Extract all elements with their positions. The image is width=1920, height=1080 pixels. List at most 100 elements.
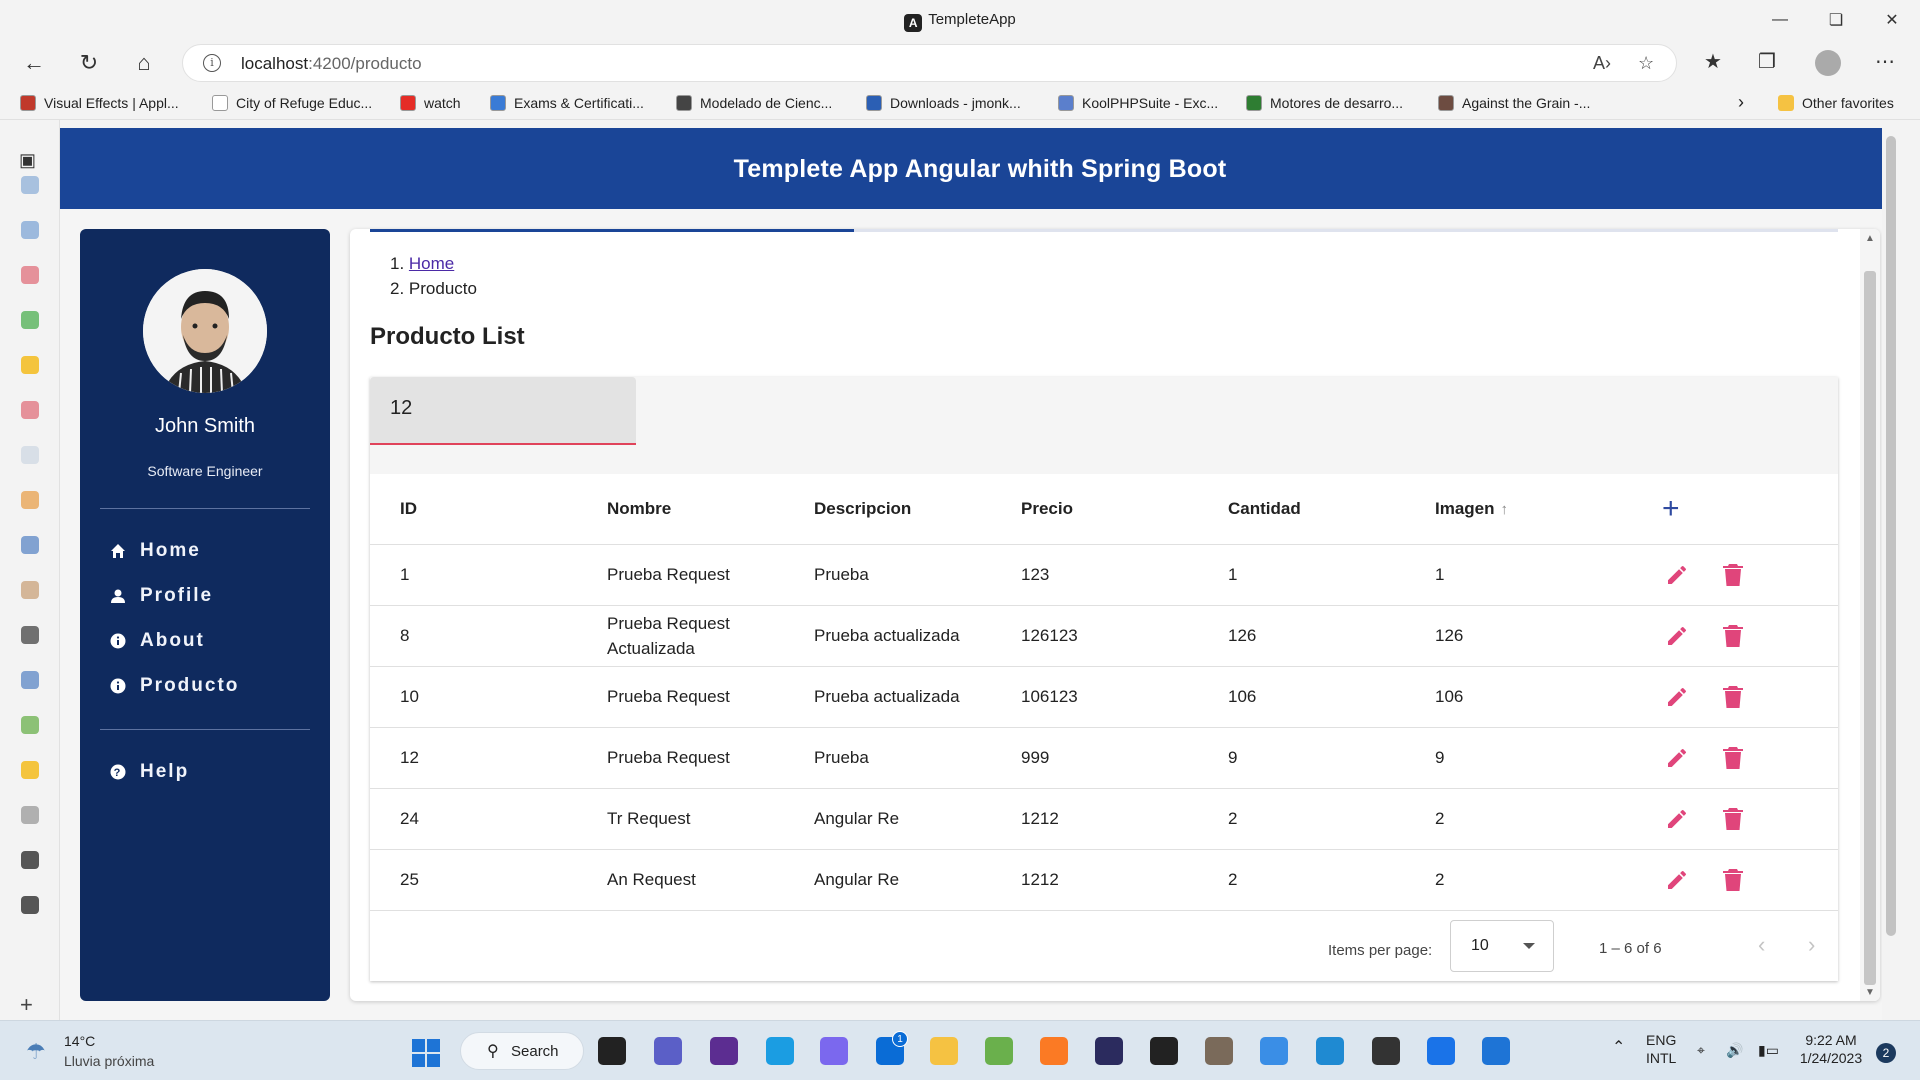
notepad-icon[interactable] — [1260, 1037, 1288, 1065]
edit-button[interactable] — [1662, 560, 1692, 590]
content-scrollbar[interactable]: ▲ ▼ — [1860, 229, 1880, 1001]
add-sidebar-icon[interactable]: + — [20, 992, 33, 1018]
column-header-nombre[interactable]: Nombre — [577, 474, 784, 545]
tab-actions-icon[interactable]: ▣ — [19, 150, 36, 171]
calendar-icon[interactable] — [1482, 1037, 1510, 1065]
image-icon[interactable] — [21, 626, 39, 644]
delete-button[interactable] — [1718, 682, 1748, 712]
home-browser-icon[interactable]: ⌂ — [127, 46, 161, 80]
notification-badge[interactable]: 2 — [1876, 1043, 1896, 1063]
google-icon[interactable] — [21, 401, 39, 419]
breadcrumb-home-link[interactable]: Home — [409, 254, 454, 273]
refresh-icon[interactable]: ↻ — [72, 46, 106, 80]
column-header-precio[interactable]: Precio — [991, 474, 1198, 545]
url-bar[interactable]: i localhost:4200/producto A› ☆ — [182, 44, 1677, 82]
favorite-item[interactable]: KoolPHPSuite - Exc... — [1058, 95, 1218, 111]
nav-item-home[interactable]: Home — [110, 540, 201, 562]
pdf-icon[interactable] — [21, 311, 39, 329]
github-icon[interactable] — [21, 896, 39, 914]
file-explorer-icon[interactable] — [930, 1037, 958, 1065]
favorite-item[interactable]: Against the Grain -... — [1438, 95, 1590, 111]
column-header-imagen[interactable]: Imagen ↑ — [1405, 474, 1612, 545]
app-icon[interactable] — [1205, 1037, 1233, 1065]
visual-studio-icon[interactable] — [710, 1037, 738, 1065]
search-icon[interactable] — [21, 176, 39, 194]
nav-item-about[interactable]: About — [110, 630, 205, 652]
favorites-icon[interactable]: ★ — [1704, 49, 1722, 74]
whatsapp-icon[interactable] — [21, 356, 39, 374]
scrollbar-thumb[interactable] — [1864, 271, 1876, 985]
favorite-item[interactable]: watch — [400, 95, 461, 111]
volume-icon[interactable]: 🔊 — [1726, 1041, 1743, 1059]
taskbar-search[interactable]: ⚲ Search — [460, 1032, 584, 1070]
edit-button[interactable] — [1662, 682, 1692, 712]
battery-icon[interactable]: ▮▭ — [1758, 1041, 1779, 1059]
favorites-overflow-icon[interactable]: › — [1738, 92, 1744, 113]
language-indicator[interactable]: ENG INTL — [1646, 1031, 1676, 1067]
document-icon[interactable] — [21, 851, 39, 869]
edit-button[interactable] — [1662, 621, 1692, 651]
nav-item-producto[interactable]: Producto — [110, 675, 239, 697]
collections-icon[interactable]: ❐ — [1758, 49, 1776, 74]
favorite-item[interactable]: Motores de desarro... — [1246, 95, 1403, 111]
terminal-icon[interactable] — [1150, 1037, 1178, 1065]
task-view-icon[interactable] — [598, 1037, 626, 1065]
favorite-item[interactable]: Modelado de Cienc... — [676, 95, 832, 111]
apps-icon[interactable] — [21, 266, 39, 284]
edit-button[interactable] — [1662, 804, 1692, 834]
page-scrollbar[interactable] — [1882, 128, 1900, 1020]
delete-button[interactable] — [1718, 804, 1748, 834]
edit-button[interactable] — [1662, 865, 1692, 895]
tray-chevron-icon[interactable]: ⌃ — [1612, 1039, 1625, 1057]
site-info-icon[interactable]: i — [203, 54, 221, 72]
facebook-icon[interactable] — [21, 716, 39, 734]
url-text[interactable]: localhost:4200/producto — [241, 54, 422, 74]
scroll-down-icon[interactable]: ▼ — [1865, 987, 1875, 998]
copilot-icon[interactable] — [820, 1037, 848, 1065]
delete-button[interactable] — [1718, 743, 1748, 773]
page-size-select[interactable]: 10 — [1450, 920, 1554, 972]
start-icon[interactable] — [412, 1039, 440, 1072]
linkedin-icon[interactable] — [21, 581, 39, 599]
more-menu-icon[interactable]: ⋯ — [1875, 49, 1895, 74]
column-header-cantidad[interactable]: Cantidad — [1198, 474, 1405, 545]
pencil-icon[interactable] — [21, 536, 39, 554]
nav-item-help[interactable]: ? Help — [110, 761, 189, 783]
filter-input[interactable] — [390, 397, 610, 420]
teams-icon[interactable] — [654, 1037, 682, 1065]
minimize-icon[interactable]: — — [1752, 0, 1808, 40]
add-favorite-icon[interactable]: ☆ — [1638, 53, 1654, 74]
column-header-descripcion[interactable]: Descripcion — [784, 474, 991, 545]
blank-icon[interactable] — [21, 491, 39, 509]
nav-item-profile[interactable]: Profile — [110, 585, 213, 607]
back-icon[interactable]: ← — [17, 46, 51, 80]
pdf-icon[interactable] — [21, 446, 39, 464]
browser-profile-avatar[interactable] — [1815, 50, 1841, 76]
photos-icon[interactable] — [985, 1037, 1013, 1065]
add-product-button[interactable]: + — [1662, 492, 1680, 525]
delete-button[interactable] — [1718, 621, 1748, 651]
favorite-item[interactable]: Visual Effects | Appl... — [20, 95, 179, 111]
office-icon[interactable] — [21, 761, 39, 779]
media-player-icon[interactable] — [1372, 1037, 1400, 1065]
favorite-item[interactable]: City of Refuge Educ... — [212, 95, 372, 111]
read-aloud-icon[interactable]: A› — [1593, 53, 1611, 74]
filter-field[interactable] — [370, 377, 636, 445]
restore-icon[interactable]: ❏ — [1808, 0, 1864, 40]
next-page-icon[interactable]: › — [1808, 932, 1815, 958]
intellij-icon[interactable] — [1095, 1037, 1123, 1065]
scroll-up-icon[interactable]: ▲ — [1865, 233, 1875, 244]
clock[interactable]: 9:22 AM 1/24/2023 — [1796, 1031, 1866, 1067]
translate-icon[interactable] — [21, 221, 39, 239]
google-icon[interactable] — [21, 806, 39, 824]
speaker-icon[interactable] — [21, 671, 39, 689]
edge-icon[interactable] — [766, 1037, 794, 1065]
column-header-id[interactable]: ID — [370, 474, 577, 545]
previous-page-icon[interactable]: ‹ — [1758, 932, 1765, 958]
other-favorites[interactable]: Other favorites — [1778, 95, 1894, 111]
edit-button[interactable] — [1662, 743, 1692, 773]
favorite-item[interactable]: Exams & Certificati... — [490, 95, 644, 111]
xampp-icon[interactable] — [1040, 1037, 1068, 1065]
delete-button[interactable] — [1718, 560, 1748, 590]
wifi-icon[interactable]: ⌖ — [1697, 1041, 1705, 1059]
